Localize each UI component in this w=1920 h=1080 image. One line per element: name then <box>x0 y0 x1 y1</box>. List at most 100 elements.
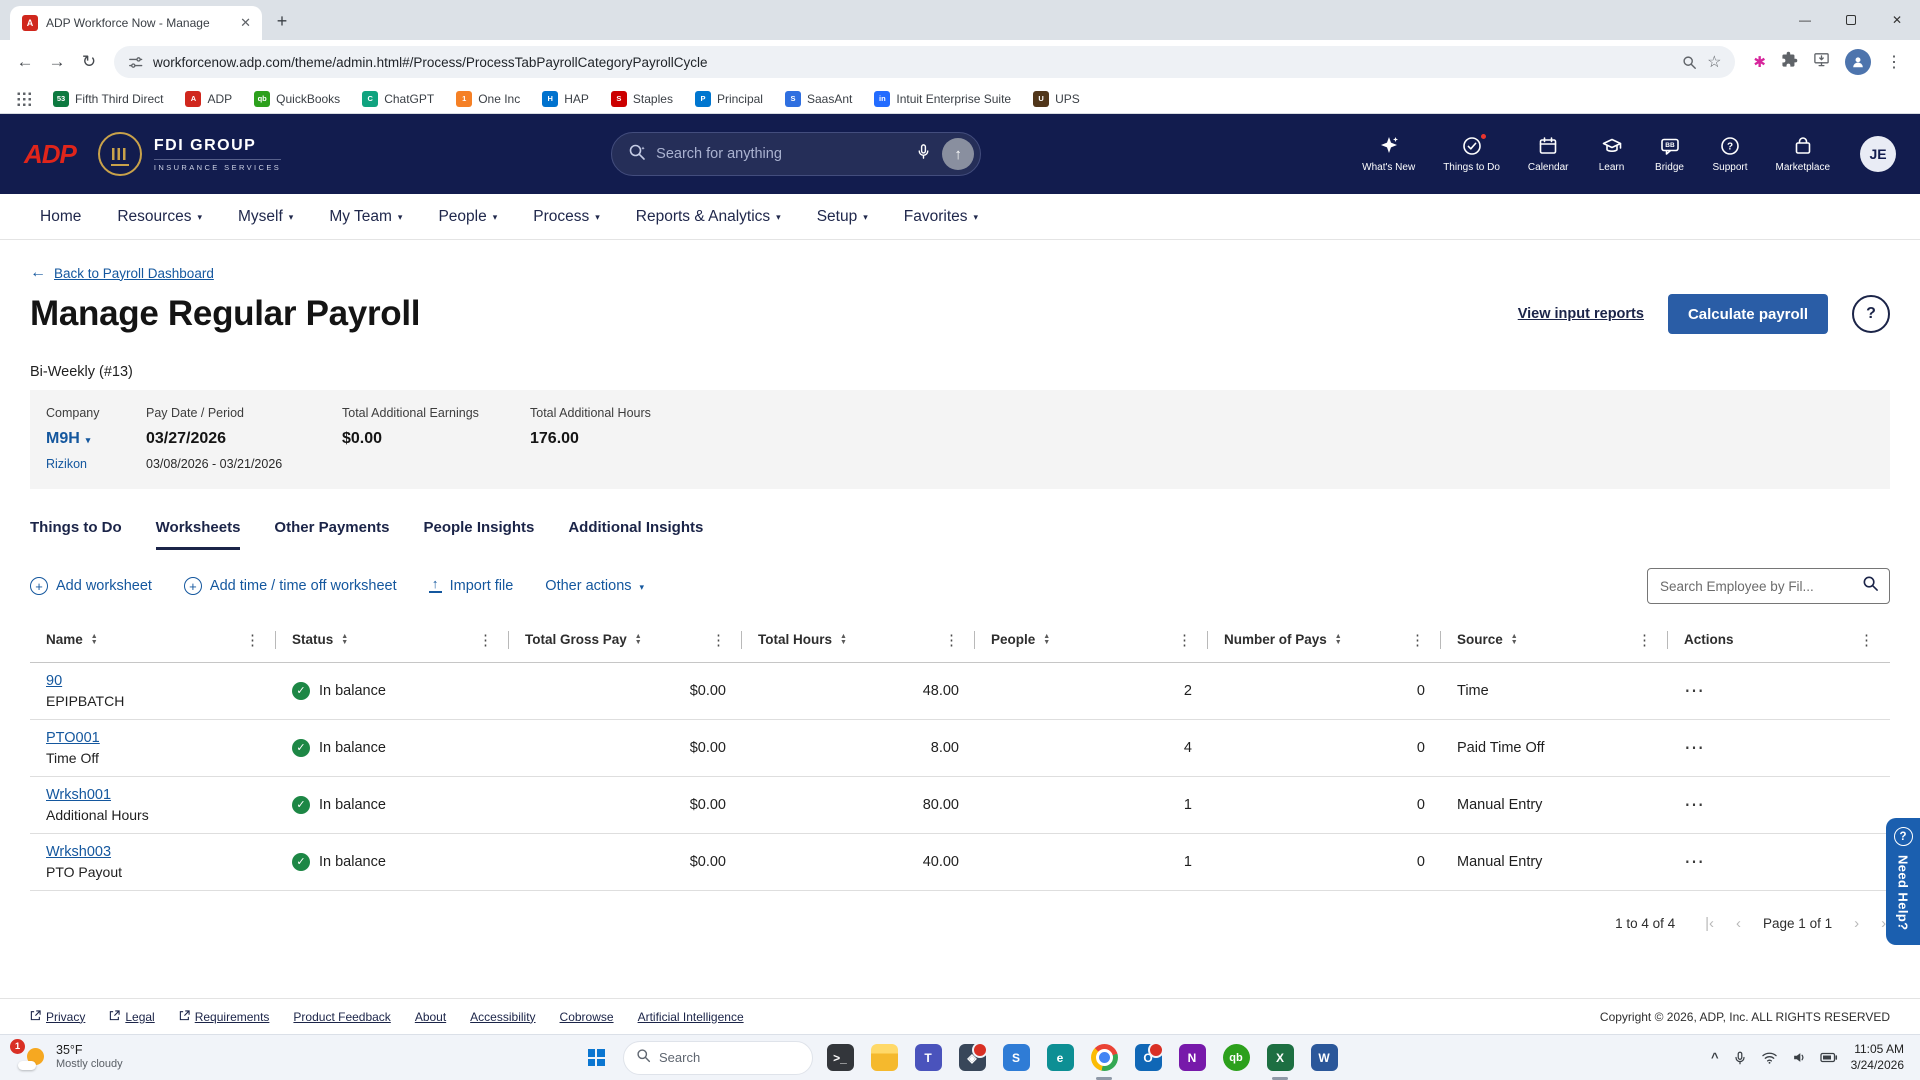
nav-item[interactable]: People ▾ <box>438 208 497 226</box>
column-header[interactable]: Name ▲▼ ⋮ <box>30 618 276 662</box>
taskbar-app-icon[interactable]: e <box>1043 1041 1077 1075</box>
taskbar-app-icon[interactable]: W <box>1307 1041 1341 1075</box>
search-icon[interactable] <box>1862 575 1879 597</box>
bookmark-item[interactable]: S SaasAnt <box>785 91 852 107</box>
volume-icon[interactable] <box>1791 1050 1807 1065</box>
footer-link[interactable]: About <box>415 1010 446 1024</box>
nav-item[interactable]: Process ▾ <box>533 208 600 226</box>
mic-icon[interactable] <box>915 143 932 165</box>
worksheet-name-link[interactable]: Wrksh003 <box>46 844 111 860</box>
footer-link[interactable]: Product Feedback <box>293 1010 390 1024</box>
close-button[interactable]: ✕ <box>1874 0 1920 40</box>
company-select[interactable]: M9H ▾ <box>46 430 146 448</box>
taskbar-app-icon[interactable]: O <box>1131 1041 1165 1075</box>
column-header[interactable]: Total Gross Pay ▲▼ ⋮ <box>509 618 742 662</box>
taskbar-app-icon[interactable]: qb <box>1219 1041 1253 1075</box>
wifi-icon[interactable] <box>1761 1050 1778 1065</box>
hidden-icons-chevron[interactable]: ^ <box>1711 1050 1719 1065</box>
column-menu-icon[interactable]: ⋮ <box>245 631 268 649</box>
column-menu-icon[interactable]: ⋮ <box>944 631 967 649</box>
taskbar-app-icon[interactable]: X <box>1263 1041 1297 1075</box>
bookmark-item[interactable]: in Intuit Enterprise Suite <box>874 91 1011 107</box>
tab-close-icon[interactable]: ✕ <box>237 15 254 31</box>
user-avatar[interactable]: JE <box>1860 136 1896 172</box>
global-search-bar[interactable]: Search for anything ↑ <box>611 132 981 176</box>
start-button[interactable] <box>579 1041 613 1075</box>
extensions-puzzle-icon[interactable] <box>1781 51 1798 73</box>
taskbar-app-icon[interactable]: N <box>1175 1041 1209 1075</box>
bookmark-item[interactable]: P Principal <box>695 91 763 107</box>
column-menu-icon[interactable]: ⋮ <box>711 631 734 649</box>
add-time-worksheet-button[interactable]: + Add time / time off worksheet <box>184 577 397 595</box>
weather-widget[interactable]: 1 35°F Mostly cloudy <box>16 1043 123 1072</box>
next-page-icon[interactable]: › <box>1854 915 1859 932</box>
footer-link[interactable]: Legal <box>109 1010 154 1024</box>
taskbar-app-icon[interactable]: >_ <box>823 1041 857 1075</box>
column-menu-icon[interactable]: ⋮ <box>1637 631 1660 649</box>
zoom-icon[interactable] <box>1682 55 1697 70</box>
column-header[interactable]: Total Hours ▲▼ ⋮ <box>742 618 975 662</box>
sort-icon[interactable]: ▲▼ <box>91 634 98 645</box>
column-menu-icon[interactable]: ⋮ <box>1859 631 1882 649</box>
previous-page-icon[interactable]: ‹ <box>1736 915 1741 932</box>
worksheet-name-link[interactable]: 90 <box>46 673 62 689</box>
taskbar-app-icon[interactable] <box>1087 1041 1121 1075</box>
whats-new-icon[interactable]: What's New <box>1362 135 1415 173</box>
calculate-payroll-button[interactable]: Calculate payroll <box>1668 294 1828 334</box>
sort-icon[interactable]: ▲▼ <box>840 634 847 645</box>
first-page-icon[interactable]: |‹ <box>1705 915 1714 932</box>
bookmark-item[interactable]: H HAP <box>542 91 589 107</box>
install-app-icon[interactable] <box>1813 51 1830 73</box>
extension-pink-icon[interactable]: ✱ <box>1753 53 1766 71</box>
url-bar[interactable]: workforcenow.adp.com/theme/admin.html#/P… <box>114 46 1735 78</box>
bookmark-item[interactable]: C ChatGPT <box>362 91 434 107</box>
row-actions-menu-icon[interactable]: ⋯ <box>1684 680 1705 702</box>
back-button[interactable]: ← <box>10 47 40 77</box>
taskbar-app-icon[interactable]: S <box>999 1041 1033 1075</box>
nav-item[interactable]: Favorites ▾ <box>904 208 978 226</box>
sort-icon[interactable]: ▲▼ <box>341 634 348 645</box>
taskbar-app-icon[interactable]: ◈ <box>955 1041 989 1075</box>
tab[interactable]: Other Payments <box>274 519 389 550</box>
other-actions-dropdown[interactable]: Other actions ▾ <box>545 578 644 594</box>
reload-button[interactable]: ↻ <box>74 47 104 77</box>
column-header[interactable]: Actions ▲▼ ⋮ <box>1668 618 1890 662</box>
minimize-button[interactable]: — <box>1782 0 1828 40</box>
nav-item[interactable]: Reports & Analytics ▾ <box>636 208 781 226</box>
forward-button[interactable]: → <box>42 47 72 77</box>
browser-tab[interactable]: A ADP Workforce Now - Manage ✕ <box>10 6 262 40</box>
view-input-reports-link[interactable]: View input reports <box>1518 306 1644 322</box>
taskbar-app-icon[interactable] <box>867 1041 901 1075</box>
nav-item[interactable]: Setup ▾ <box>817 208 868 226</box>
row-actions-menu-icon[interactable]: ⋯ <box>1684 794 1705 816</box>
bookmark-item[interactable]: A ADP <box>185 91 232 107</box>
row-actions-menu-icon[interactable]: ⋯ <box>1684 851 1705 873</box>
import-file-button[interactable]: ↑ Import file <box>429 578 514 594</box>
worksheet-name-link[interactable]: Wrksh001 <box>46 787 111 803</box>
taskbar-app-icon[interactable]: T <box>911 1041 945 1075</box>
footer-link[interactable]: Privacy <box>30 1010 85 1024</box>
things-to-do-icon[interactable]: Things to Do <box>1443 135 1500 173</box>
marketplace-icon[interactable]: Marketplace <box>1776 135 1830 173</box>
column-menu-icon[interactable]: ⋮ <box>478 631 501 649</box>
bookmark-item[interactable]: 53 Fifth Third Direct <box>53 91 163 107</box>
footer-link[interactable]: Cobrowse <box>560 1010 614 1024</box>
site-settings-icon[interactable] <box>128 55 143 70</box>
column-header[interactable]: People ▲▼ ⋮ <box>975 618 1208 662</box>
new-tab-button[interactable]: + <box>268 7 296 35</box>
nav-item[interactable]: Myself ▾ <box>238 208 293 226</box>
sort-icon[interactable]: ▲▼ <box>1511 634 1518 645</box>
bridge-icon[interactable]: BB Bridge <box>1655 135 1685 173</box>
maximize-button[interactable] <box>1828 0 1874 40</box>
column-header[interactable]: Source ▲▼ ⋮ <box>1441 618 1668 662</box>
bookmark-item[interactable]: U UPS <box>1033 91 1080 107</box>
sort-icon[interactable]: ▲▼ <box>635 634 642 645</box>
adp-logo[interactable]: ADP <box>24 139 76 170</box>
footer-link[interactable]: Requirements <box>179 1010 270 1024</box>
nav-item[interactable]: Resources ▾ <box>117 208 202 226</box>
search-submit-button[interactable]: ↑ <box>942 138 974 170</box>
column-menu-icon[interactable]: ⋮ <box>1410 631 1433 649</box>
worksheet-name-link[interactable]: PTO001 <box>46 730 100 746</box>
tab[interactable]: People Insights <box>423 519 534 550</box>
taskbar-clock[interactable]: 11:05 AM 3/24/2026 <box>1851 1042 1904 1073</box>
